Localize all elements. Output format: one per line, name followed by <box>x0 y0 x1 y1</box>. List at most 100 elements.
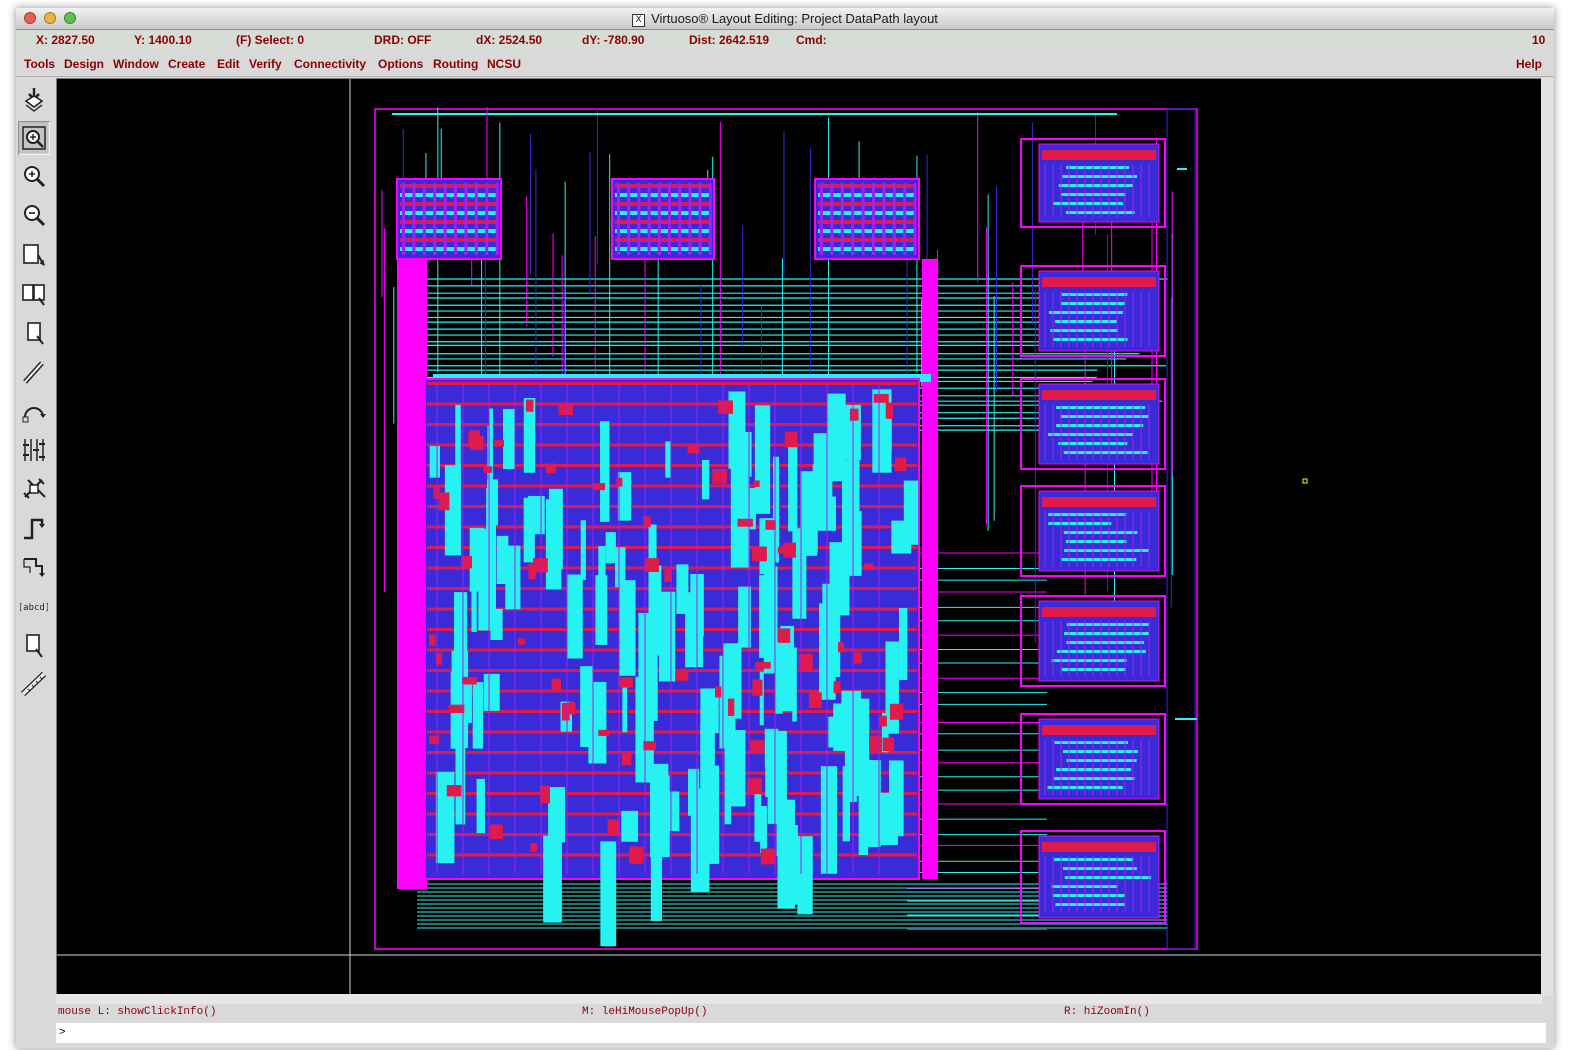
polygon-tool-button[interactable] <box>18 550 50 584</box>
ruler-tool-button[interactable] <box>18 667 50 701</box>
cell-column <box>903 183 907 255</box>
cell-column <box>422 183 426 255</box>
menu-create[interactable]: Create <box>168 57 205 71</box>
label-tool-button[interactable]: [abcd] <box>18 589 50 623</box>
rectangle-tool-button[interactable] <box>18 628 50 662</box>
core-wire-block <box>580 520 586 580</box>
menu-verify[interactable]: Verify <box>249 57 282 71</box>
copy-icon <box>22 284 45 306</box>
cursor-marker <box>1302 478 1308 484</box>
core-wire-block <box>658 591 676 682</box>
core-poly-block <box>429 634 436 647</box>
core-poly-block <box>864 563 874 570</box>
zoom-in-tool-button[interactable] <box>18 160 50 194</box>
core-wire-block <box>503 408 515 470</box>
core-poly-block <box>533 558 548 573</box>
menu-window[interactable]: Window <box>113 57 159 71</box>
cell-column <box>882 183 886 255</box>
virtuoso-window: X Virtuoso® Layout Editing: Project DataP… <box>16 8 1554 1048</box>
menu-options[interactable]: Options <box>378 57 423 71</box>
polygon-icon <box>23 558 45 577</box>
wire-tool-button[interactable] <box>18 511 50 545</box>
core-wire-block <box>827 393 846 482</box>
core-wire-block <box>754 405 771 514</box>
core-poly-block <box>530 843 538 852</box>
core-poly-block <box>469 430 480 448</box>
core-wire-block <box>701 459 710 500</box>
core-wire-block <box>490 608 503 640</box>
core-wire-block <box>621 810 639 842</box>
menu-edit[interactable]: Edit <box>217 57 240 71</box>
core-poly-block <box>561 702 570 721</box>
cell-column <box>464 183 468 255</box>
io-cell-poly <box>1042 390 1156 400</box>
menu-routing[interactable]: Routing <box>433 57 478 71</box>
menu-help[interactable]: Help <box>1516 57 1542 71</box>
core-wire-block <box>523 497 535 563</box>
horizontal-scrollbar[interactable] <box>56 994 1542 1004</box>
window-title: Virtuoso® Layout Editing: Project DataPa… <box>651 11 938 26</box>
core-poly-block <box>879 715 887 727</box>
core-wire-block <box>545 499 562 590</box>
layout-canvas[interactable] <box>56 78 1542 996</box>
properties-tool-button[interactable] <box>18 472 50 506</box>
svg-text:[abcd]: [abcd] <box>20 603 48 613</box>
title-container: X Virtuoso® Layout Editing: Project DataP… <box>16 11 1554 27</box>
core-row <box>427 751 917 754</box>
core-poly-block <box>849 408 859 421</box>
core-poly-block <box>894 457 907 472</box>
io-cell-wire <box>1066 641 1145 644</box>
io-cell-wire <box>1065 211 1135 214</box>
core-poly-block <box>750 740 765 751</box>
cell-column <box>454 183 457 255</box>
core-wire-block <box>676 564 689 614</box>
zoom-out-icon <box>24 205 46 227</box>
cell-column <box>647 183 651 255</box>
menu-tools[interactable]: Tools <box>24 57 55 71</box>
stretch-tool-button[interactable] <box>18 238 50 272</box>
undo-tool-button[interactable] <box>18 394 50 428</box>
cell-column <box>861 183 865 255</box>
core-wire-block <box>487 425 493 498</box>
wire-icon <box>24 518 45 540</box>
copy-tool-button[interactable] <box>18 277 50 311</box>
fit-view-tool-button[interactable] <box>18 121 50 155</box>
cell-column <box>698 183 702 255</box>
move-icon <box>27 322 44 345</box>
core-wire-block <box>792 528 807 619</box>
layout-drawing[interactable] <box>57 79 1541 995</box>
core-poly-block <box>838 642 845 653</box>
menu-connectivity[interactable]: Connectivity <box>294 57 366 71</box>
cell-column <box>495 183 499 255</box>
core-poly-block <box>755 661 771 669</box>
core-wire-block <box>829 542 850 616</box>
path-tool-button[interactable] <box>18 355 50 389</box>
io-cell-wire <box>1052 894 1125 897</box>
title-bar[interactable]: X Virtuoso® Layout Editing: Project DataP… <box>16 8 1554 30</box>
io-cell-wire <box>1048 513 1127 516</box>
core-wire-block <box>690 788 710 892</box>
core-poly-block <box>760 848 776 865</box>
vertical-scrollbar[interactable] <box>1541 78 1553 996</box>
menu-ncsu[interactable]: NCSU <box>487 57 521 71</box>
core-wire-block <box>471 577 477 632</box>
menu-design[interactable]: Design <box>64 57 104 71</box>
core-poly-block <box>438 492 450 511</box>
io-cell-wire <box>1056 768 1132 771</box>
zoom-out-tool-button[interactable] <box>18 199 50 233</box>
core-poly-block <box>751 546 767 562</box>
core-poly-block <box>629 846 644 864</box>
coordinate-status-bar: X: 2827.50 Y: 1400.10 (F) Select: 0 DRD:… <box>16 30 1554 50</box>
instance-tool-button[interactable] <box>18 433 50 467</box>
mouse-binding-bar: mouse L: showClickInfo() M: leHiMousePop… <box>56 1005 1546 1021</box>
mouse-right-binding: R: hiZoomIn() <box>1064 1006 1150 1018</box>
command-input-line[interactable]: > <box>56 1023 1546 1043</box>
core-poly-block <box>889 703 904 720</box>
x11-icon: X <box>632 14 646 27</box>
save-tool-button[interactable] <box>18 82 50 116</box>
core-wire-block <box>878 792 898 845</box>
io-cell-wire <box>1062 175 1138 178</box>
label-icon: [abcd] <box>20 603 48 613</box>
move-tool-button[interactable] <box>18 316 50 350</box>
core-wire-block <box>543 835 562 923</box>
